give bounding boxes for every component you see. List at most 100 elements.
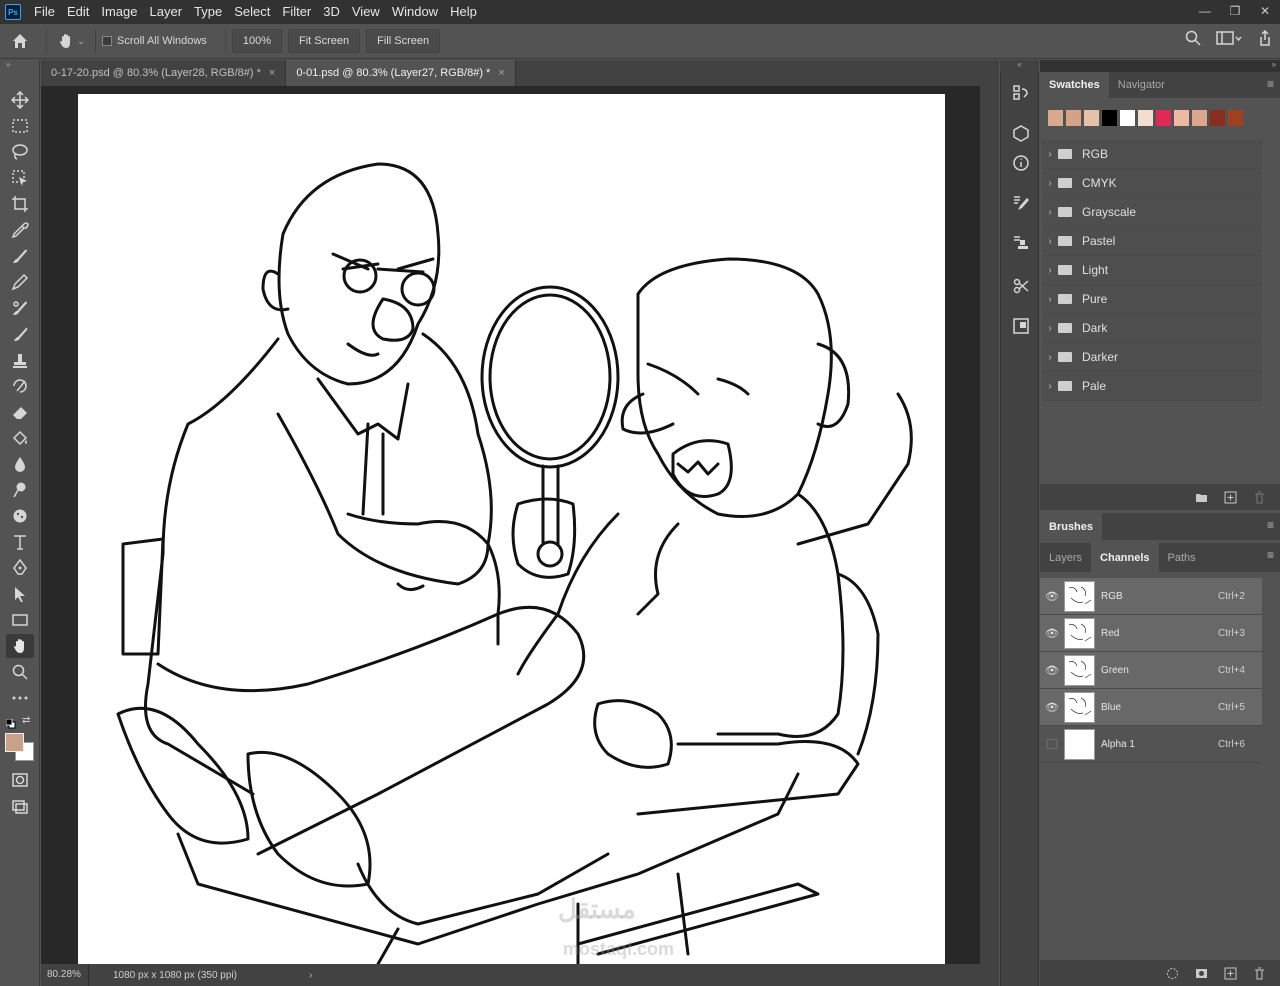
clone-stamp-tool-icon[interactable] <box>6 296 34 320</box>
workspace-icon[interactable] <box>1216 29 1242 47</box>
chevron-right-icon[interactable]: › <box>1042 352 1058 363</box>
swatch-folder-pure[interactable]: › Pure <box>1042 285 1262 314</box>
hand-tool-preset-icon[interactable]: ⌄ <box>53 26 89 56</box>
share-icon[interactable] <box>1256 29 1274 47</box>
swatch-folder-pastel[interactable]: › Pastel <box>1042 227 1262 256</box>
default-colors-icon[interactable] <box>5 716 16 729</box>
iconstrip-collapse-icon[interactable]: « <box>1000 60 1039 72</box>
marquee-tool-icon[interactable] <box>6 114 34 138</box>
pen-tool-icon[interactable] <box>6 556 34 580</box>
tab-swatches[interactable]: Swatches <box>1040 72 1109 98</box>
home-icon[interactable] <box>0 26 40 56</box>
menu-filter[interactable]: Filter <box>276 0 317 24</box>
swatch-color[interactable] <box>1228 110 1243 126</box>
visibility-eye-icon[interactable]: 👁 <box>1040 590 1064 603</box>
close-tab-icon[interactable]: × <box>269 67 275 79</box>
chevron-right-icon[interactable]: › <box>1042 294 1058 305</box>
chevron-right-icon[interactable]: › <box>1042 265 1058 276</box>
status-menu-arrow-icon[interactable]: › <box>309 970 312 981</box>
tab-document-2[interactable]: 0-01.psd @ 80.3% (Layer27, RGB/8#) * × <box>286 60 516 86</box>
art-history-brush-icon[interactable] <box>6 374 34 398</box>
swatch-folder-cmyk[interactable]: › CMYK <box>1042 169 1262 198</box>
tab-paths[interactable]: Paths <box>1159 543 1205 572</box>
save-selection-icon[interactable] <box>1195 967 1208 980</box>
menu-view[interactable]: View <box>346 0 386 24</box>
chevron-right-icon[interactable]: › <box>1042 178 1058 189</box>
panels-collapse-icon[interactable]: » <box>1040 60 1280 72</box>
swatch-color[interactable] <box>1120 110 1135 126</box>
menu-type[interactable]: Type <box>188 0 228 24</box>
menu-select[interactable]: Select <box>228 0 276 24</box>
close-button[interactable]: ✕ <box>1250 0 1280 22</box>
minimize-button[interactable]: — <box>1190 0 1220 22</box>
swap-colors-icon[interactable]: ⇄ <box>22 715 34 727</box>
brush-settings-panel-icon[interactable] <box>1010 192 1032 214</box>
crop-tool-icon[interactable] <box>6 192 34 216</box>
channel-row-green[interactable]: 👁 Green Ctrl+4 <box>1040 652 1262 689</box>
vertical-scrollbar[interactable] <box>980 86 999 964</box>
sponge-tool-icon[interactable] <box>6 504 34 528</box>
visibility-eye-icon[interactable]: 👁 <box>1040 664 1064 677</box>
tool-presets-panel-icon[interactable] <box>1010 275 1032 297</box>
close-tab-icon[interactable]: × <box>498 67 504 79</box>
brush-tool-icon[interactable] <box>6 270 34 294</box>
new-group-icon[interactable] <box>1195 491 1208 504</box>
quick-mask-icon[interactable] <box>6 768 34 792</box>
history-panel-icon[interactable] <box>1010 82 1032 104</box>
panel-menu-icon[interactable]: ≡ <box>1267 77 1274 91</box>
swatch-color[interactable] <box>1048 110 1063 126</box>
type-tool-icon[interactable] <box>6 530 34 554</box>
menu-layer[interactable]: Layer <box>144 0 189 24</box>
zoom-level[interactable]: 80.28% <box>41 964 89 986</box>
chevron-right-icon[interactable]: › <box>1042 149 1058 160</box>
swatch-folder-rgb[interactable]: › RGB <box>1042 140 1262 169</box>
load-selection-icon[interactable] <box>1166 967 1179 980</box>
canvas-area[interactable]: مستقل mostaql.com <box>41 86 999 964</box>
search-icon[interactable] <box>1184 29 1202 47</box>
swatch-color[interactable] <box>1192 110 1207 126</box>
properties-panel-icon[interactable] <box>1010 315 1032 337</box>
visibility-eye-icon[interactable]: 👁 <box>1040 701 1064 714</box>
scroll-all-windows-checkbox[interactable] <box>102 36 112 46</box>
fill-screen-button[interactable]: Fill Screen <box>366 29 441 53</box>
tab-brushes[interactable]: Brushes <box>1040 513 1103 540</box>
tab-navigator[interactable]: Navigator <box>1109 72 1174 98</box>
move-tool-icon[interactable] <box>6 88 34 112</box>
chevron-right-icon[interactable]: › <box>1042 207 1058 218</box>
object-selection-tool-icon[interactable] <box>6 166 34 190</box>
tab-layers[interactable]: Layers <box>1040 543 1091 572</box>
swatch-folder-light[interactable]: › Light <box>1042 256 1262 285</box>
healing-brush-tool-icon[interactable] <box>6 244 34 268</box>
panel-menu-icon[interactable]: ≡ <box>1267 548 1274 562</box>
swatch-folder-dark[interactable]: › Dark <box>1042 314 1262 343</box>
tab-document-1[interactable]: 0-17-20.psd @ 80.3% (Layer28, RGB/8#) * … <box>41 60 287 86</box>
visibility-toggle-empty[interactable] <box>1047 739 1057 749</box>
path-selection-tool-icon[interactable] <box>6 582 34 606</box>
rectangle-tool-icon[interactable] <box>6 608 34 632</box>
lasso-tool-icon[interactable] <box>6 140 34 164</box>
eyedropper-tool-icon[interactable] <box>6 218 34 242</box>
info-panel-icon[interactable] <box>1010 152 1032 174</box>
menu-edit[interactable]: Edit <box>61 0 95 24</box>
swatch-folder-grayscale[interactable]: › Grayscale <box>1042 198 1262 227</box>
channel-row-blue[interactable]: 👁 Blue Ctrl+5 <box>1040 689 1262 726</box>
delete-swatch-icon[interactable] <box>1253 491 1266 504</box>
swatch-folder-pale[interactable]: › Pale <box>1042 372 1262 401</box>
menu-window[interactable]: Window <box>386 0 444 24</box>
swatch-color[interactable] <box>1138 110 1153 126</box>
stamp-tool-icon[interactable] <box>6 348 34 372</box>
zoom-tool-icon[interactable] <box>6 660 34 684</box>
restore-button[interactable]: ❐ <box>1220 0 1250 22</box>
swatch-color[interactable] <box>1102 110 1117 126</box>
edit-toolbar-icon[interactable] <box>6 686 34 710</box>
tab-channels[interactable]: Channels <box>1091 543 1159 572</box>
fit-screen-button[interactable]: Fit Screen <box>288 29 361 53</box>
document-canvas[interactable]: مستقل mostaql.com <box>78 94 945 964</box>
foreground-color-swatch[interactable] <box>5 733 24 752</box>
delete-channel-icon[interactable] <box>1253 967 1266 980</box>
visibility-eye-icon[interactable]: 👁 <box>1040 627 1064 640</box>
toolbar-collapse-icon[interactable]: » <box>0 60 39 70</box>
eraser-tool-icon[interactable] <box>6 400 34 424</box>
new-swatch-icon[interactable] <box>1224 491 1237 504</box>
chevron-right-icon[interactable]: › <box>1042 236 1058 247</box>
